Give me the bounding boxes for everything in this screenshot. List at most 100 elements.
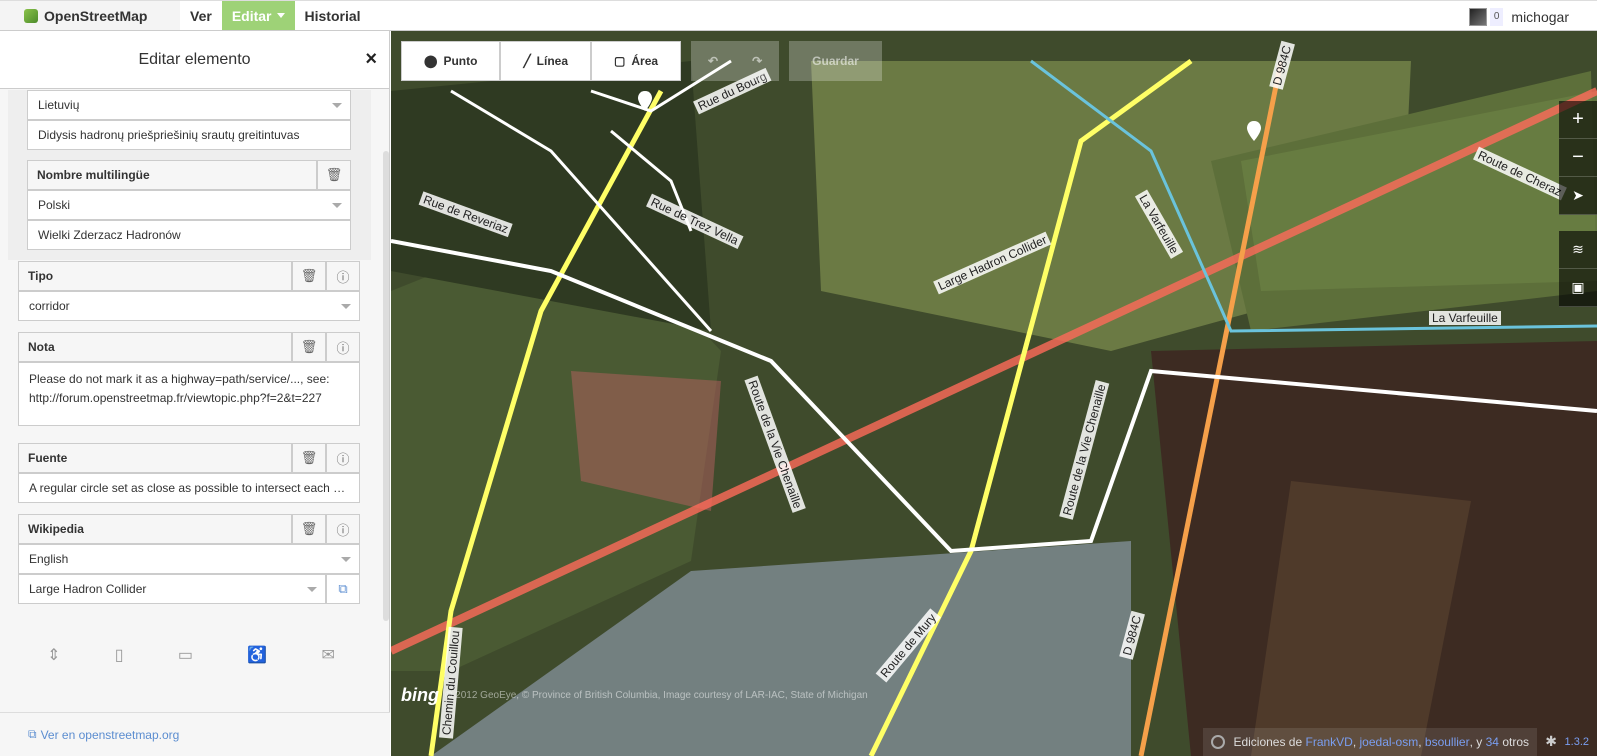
message-count-badge: 0 bbox=[1489, 7, 1504, 26]
background-layers-button[interactable]: ≋ bbox=[1559, 231, 1597, 269]
contributors-info: Ediciones de FrankVD, joedal-osm, bsoull… bbox=[1203, 728, 1537, 756]
map-canvas[interactable]: Rue du Bourg Rue de Reveriaz Rue de Trez… bbox=[391, 31, 1597, 756]
lang-combo-lithuanian[interactable]: Lietuvių bbox=[27, 90, 351, 120]
phone-icon[interactable]: ▯ bbox=[115, 645, 124, 665]
tag-category-icons: ⇕ ▯ ▭ ♿ ✉ bbox=[0, 635, 382, 675]
laptop-icon[interactable]: ▭ bbox=[178, 645, 193, 665]
location-arrow-icon: ➤ bbox=[1572, 187, 1584, 203]
tipo-value: corridor bbox=[29, 299, 70, 313]
road-label-la-varfeuille-2: La Varfeuille bbox=[1429, 311, 1501, 325]
map-pin-icon[interactable] bbox=[1247, 121, 1261, 141]
sidebar-title: Editar elemento bbox=[138, 50, 251, 68]
nav-ver[interactable]: Ver bbox=[180, 1, 222, 30]
nota-textarea[interactable]: Please do not mark it as a highway=path/… bbox=[18, 362, 360, 426]
field-label-tipo: Tipo bbox=[18, 261, 292, 291]
trash-icon[interactable]: 🗑 bbox=[292, 443, 326, 473]
avatar bbox=[1468, 7, 1487, 26]
nota-line-1: Please do not mark it as a highway=path/… bbox=[29, 372, 330, 386]
fuente-input[interactable]: A regular circle set as close as possibl… bbox=[18, 473, 360, 503]
preset-editor: Lietuvių Didysis hadronų priešpriešinių … bbox=[0, 90, 382, 725]
chevron-down-icon bbox=[332, 203, 342, 208]
trash-icon[interactable]: 🗑 bbox=[292, 514, 326, 544]
undo-button[interactable]: ↶ bbox=[691, 41, 736, 81]
caret-down-icon bbox=[276, 13, 285, 18]
add-area-label: Área bbox=[631, 54, 659, 68]
edits-and: , y bbox=[1469, 735, 1483, 749]
chevron-down-icon bbox=[332, 103, 342, 108]
nav-editar[interactable]: Editar bbox=[221, 1, 295, 30]
sidebar-scrollbar[interactable] bbox=[383, 151, 389, 621]
map-pin-icon[interactable] bbox=[638, 91, 652, 111]
trash-icon[interactable]: 🗑 bbox=[317, 160, 351, 190]
imagery-attribution: bing © 2012 GeoEye, © Province of Britis… bbox=[401, 685, 868, 706]
layers-icon: ≋ bbox=[1572, 241, 1584, 257]
map-controls: + − ➤ bbox=[1559, 101, 1597, 215]
field-label-nota: Nota bbox=[18, 332, 292, 362]
contributor-link[interactable]: bsoullier bbox=[1425, 735, 1470, 749]
add-line-label: Línea bbox=[536, 54, 569, 68]
field-label-nombre-multilingue: Nombre multilingüe bbox=[27, 160, 317, 190]
brand-logo-link[interactable]: OpenStreetMap bbox=[0, 1, 180, 30]
add-area-button[interactable]: ▢ Área bbox=[591, 41, 682, 81]
lang-value: Polski bbox=[38, 198, 71, 212]
close-icon[interactable]: × bbox=[365, 48, 377, 71]
contributor-link[interactable]: joedal-osm bbox=[1360, 735, 1419, 749]
more-contributors-link[interactable]: 34 bbox=[1486, 735, 1499, 749]
point-icon: ⬤ bbox=[424, 54, 438, 68]
external-link-icon[interactable]: ⧉ bbox=[326, 574, 360, 604]
info-icon[interactable]: ⓘ bbox=[326, 332, 360, 362]
nav-historial[interactable]: Historial bbox=[295, 1, 371, 30]
geolocate-button[interactable]: ➤ bbox=[1559, 177, 1597, 215]
line-icon: ╱ bbox=[523, 54, 531, 68]
edits-others: otros bbox=[1502, 735, 1529, 749]
plus-icon: + bbox=[1572, 108, 1584, 130]
trash-icon[interactable]: 🗑 bbox=[292, 332, 326, 362]
chevron-down-icon bbox=[307, 587, 317, 592]
attribution-text: © 2012 GeoEye, © Province of British Col… bbox=[445, 690, 868, 701]
help-button[interactable]: ▣ bbox=[1559, 269, 1597, 307]
wikipedia-article-combo[interactable]: Large Hadron Collider bbox=[18, 574, 326, 604]
history-icon bbox=[1211, 735, 1226, 749]
elevator-icon[interactable]: ⇕ bbox=[47, 645, 60, 665]
wikipedia-lang-combo[interactable]: English bbox=[18, 544, 360, 574]
undo-icon: ↶ bbox=[708, 54, 719, 68]
nota-line-2: http://forum.openstreetmap.fr/viewtopic.… bbox=[29, 391, 322, 405]
lang-value: Lietuvių bbox=[38, 98, 80, 112]
save-button[interactable]: Guardar bbox=[789, 41, 882, 81]
sidebar-header: Editar elemento × bbox=[0, 31, 389, 89]
view-on-osm-link[interactable]: ⧉ Ver en openstreetmap.org bbox=[0, 712, 390, 756]
chevron-down-icon bbox=[341, 557, 351, 562]
info-icon[interactable]: ⓘ bbox=[326, 514, 360, 544]
nav-editar-label: Editar bbox=[231, 7, 272, 24]
info-icon[interactable]: ⓘ bbox=[326, 261, 360, 291]
tipo-combo[interactable]: corridor bbox=[18, 291, 360, 321]
chevron-down-icon bbox=[341, 304, 351, 309]
zoom-out-button[interactable]: − bbox=[1559, 139, 1597, 177]
wikipedia-lang-value: English bbox=[29, 552, 69, 566]
trash-icon[interactable]: 🗑 bbox=[292, 261, 326, 291]
external-link-icon: ⧉ bbox=[28, 727, 37, 741]
contributor-link[interactable]: FrankVD bbox=[1306, 735, 1353, 749]
version-link[interactable]: 1.3.2 bbox=[1565, 728, 1589, 756]
localized-name-input-polish[interactable]: Wielki Zderzacz Hadronów bbox=[27, 220, 351, 250]
osm-logo-icon bbox=[24, 8, 38, 23]
user-menu[interactable]: 0 michogar bbox=[1468, 1, 1569, 32]
edits-prefix: Ediciones de bbox=[1233, 735, 1303, 749]
add-point-button[interactable]: ⬤ Punto bbox=[401, 41, 501, 81]
redo-icon: ↷ bbox=[752, 54, 763, 68]
add-point-label: Punto bbox=[443, 54, 478, 68]
username: michogar bbox=[1511, 8, 1569, 25]
info-icon[interactable]: ⓘ bbox=[326, 443, 360, 473]
satellite-imagery bbox=[391, 31, 1597, 756]
wheelchair-icon[interactable]: ♿ bbox=[247, 645, 267, 665]
bing-logo: bing bbox=[401, 685, 439, 705]
redo-button[interactable]: ↷ bbox=[735, 41, 780, 81]
brand-name: OpenStreetMap bbox=[44, 7, 148, 24]
mail-icon[interactable]: ✉ bbox=[321, 645, 334, 665]
field-label-fuente: Fuente bbox=[18, 443, 292, 473]
zoom-in-button[interactable]: + bbox=[1559, 101, 1597, 139]
lang-combo-polish[interactable]: Polski bbox=[27, 190, 351, 220]
bug-report-icon[interactable]: ✱ bbox=[1545, 733, 1557, 750]
localized-name-input-lithuanian[interactable]: Didysis hadronų priešpriešinių srautų gr… bbox=[27, 120, 351, 150]
add-line-button[interactable]: ╱ Línea bbox=[500, 41, 592, 81]
